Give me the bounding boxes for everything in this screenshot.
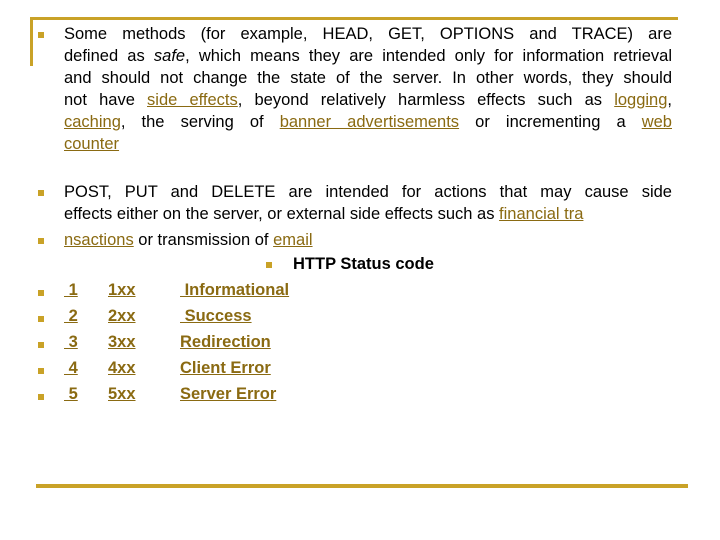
text: Some methods (for example, HEAD, GET, OP… xyxy=(64,25,672,43)
status-name: Client Error xyxy=(180,359,271,377)
text-line: Some methods (for example, HEAD, GET, OP… xyxy=(64,23,672,45)
square-bullet-icon xyxy=(38,32,44,38)
status-name: Server Error xyxy=(180,385,277,403)
text: defined as xyxy=(64,47,154,65)
square-bullet-icon xyxy=(38,342,44,348)
status-number: 1 xyxy=(64,281,78,299)
text: , beyond relatively harmless effects suc… xyxy=(237,91,615,109)
left-rule xyxy=(30,17,33,66)
status-number: 2 xyxy=(64,307,78,325)
link-banner-advertisements[interactable]: banner advertisements xyxy=(280,113,459,131)
text-line: effects either on the server, or externa… xyxy=(64,203,672,225)
link-logging[interactable]: logging xyxy=(614,91,667,109)
square-bullet-icon xyxy=(38,394,44,400)
status-name: Informational xyxy=(180,281,290,299)
text-line: POST, PUT and DELETE are intended for ac… xyxy=(64,181,672,203)
link-caching[interactable]: caching xyxy=(64,113,121,131)
square-bullet-icon xyxy=(266,262,272,268)
square-bullet-icon xyxy=(38,190,44,196)
status-code-row: 3 3xx Redirection xyxy=(64,333,271,352)
status-number: 4 xyxy=(64,359,78,377)
paragraph-safe-methods: Some methods (for example, HEAD, GET, OP… xyxy=(64,23,672,155)
text-line: nsactions or transmission of email xyxy=(64,229,672,251)
status-name: Redirection xyxy=(180,333,271,351)
link-nsactions[interactable]: nsactions xyxy=(64,231,134,249)
status-class: 4xx xyxy=(108,359,136,377)
top-rule xyxy=(30,17,678,20)
text: , which means they are intended only for… xyxy=(185,47,672,65)
status-class: 1xx xyxy=(108,281,136,299)
text: effects either on the server, or externa… xyxy=(64,205,500,223)
text: and should not change the state of the s… xyxy=(64,69,672,87)
text: or incrementing a xyxy=(459,113,642,131)
status-code-row: 5 5xx Server Error xyxy=(64,385,277,404)
status-code-row: 2 2xx Success xyxy=(64,307,252,326)
link-financial-tra[interactable]: financial tra xyxy=(499,205,583,223)
text-line: caching, the serving of banner advertise… xyxy=(64,111,672,133)
status-class: 3xx xyxy=(108,333,136,351)
text: or transmission of xyxy=(133,231,274,249)
text: POST, PUT and DELETE are intended for ac… xyxy=(64,183,672,201)
bottom-rule xyxy=(36,484,688,488)
link-side-effects[interactable]: side effects xyxy=(147,91,238,109)
square-bullet-icon xyxy=(38,290,44,296)
status-class: 5xx xyxy=(108,385,136,403)
text-line: and should not change the state of the s… xyxy=(64,67,672,89)
status-number: 3 xyxy=(64,333,78,351)
status-name: Success xyxy=(180,307,252,325)
square-bullet-icon xyxy=(38,238,44,244)
status-heading: HTTP Status code xyxy=(293,255,434,273)
link-email[interactable]: email xyxy=(273,231,312,249)
text: , the serving of xyxy=(120,113,280,131)
square-bullet-icon xyxy=(38,368,44,374)
status-number: 5 xyxy=(64,385,78,403)
status-code-row: 4 4xx Client Error xyxy=(64,359,271,378)
square-bullet-icon xyxy=(38,316,44,322)
link-web[interactable]: web xyxy=(642,113,672,131)
status-code-row: 1 1xx Informational xyxy=(64,281,290,300)
emphasis-text: safe xyxy=(153,47,186,65)
paragraph-unsafe-methods-cont: nsactions or transmission of email xyxy=(64,229,672,251)
text-line: not have side effects, beyond relatively… xyxy=(64,89,672,111)
text-line: defined as safe, which means they are in… xyxy=(64,45,672,67)
text: not have xyxy=(64,91,148,109)
status-class: 2xx xyxy=(108,307,136,325)
text-line: counter xyxy=(64,133,672,155)
link-counter[interactable]: counter xyxy=(64,135,119,153)
text: , xyxy=(667,91,672,109)
paragraph-unsafe-methods: POST, PUT and DELETE are intended for ac… xyxy=(64,181,672,225)
